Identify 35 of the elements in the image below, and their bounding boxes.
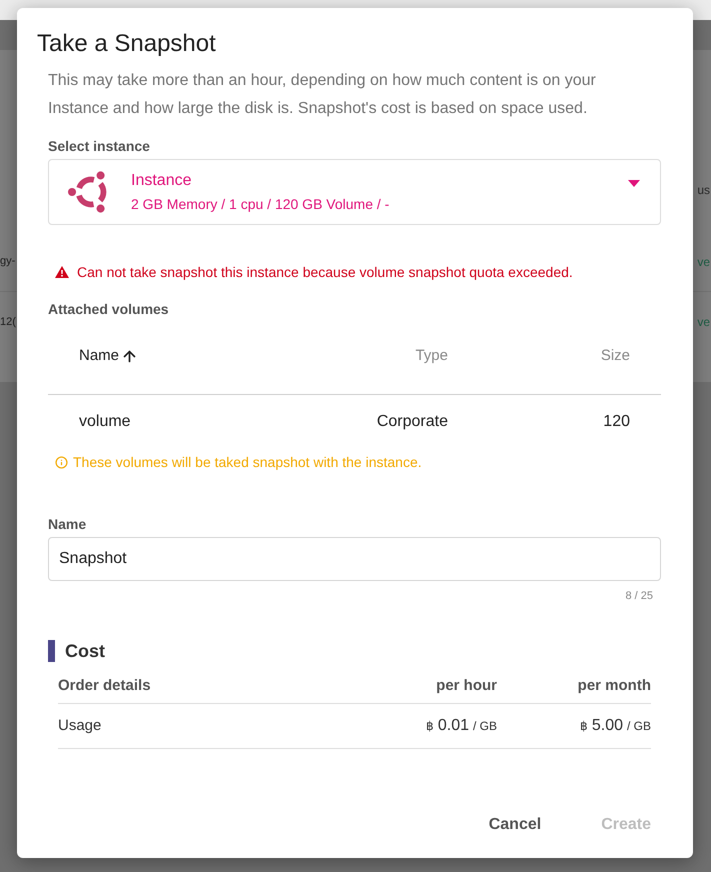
column-header[interactable]: Name	[79, 345, 138, 368]
dialog-description: This may take more than an hour, depending on how much content is on your Instance and how large the disk is. Snapshot's cost is based on space used.	[48, 71, 597, 119]
info-icon	[55, 456, 68, 468]
column-header: Order details	[58, 676, 151, 696]
status-text: ve	[697, 254, 710, 270]
section-label: Attached volumes	[48, 300, 170, 319]
table-cell-text: 12(	[0, 314, 16, 330]
error-message: Can not take snapshot this instance because volume snapshot quota exceeded.	[77, 262, 573, 282]
status-text: ve	[697, 314, 710, 331]
instance-name: Instance	[131, 171, 192, 191]
section-title: Cost	[65, 640, 105, 662]
warning-icon	[55, 266, 69, 278]
price-cell-text: ฿ 0.01 / GB	[426, 716, 497, 736]
table-cell-text: Usage	[58, 716, 102, 736]
field-label: Select instance	[48, 137, 151, 156]
table-cell-text: Corporate	[376, 412, 448, 432]
column-header: per month	[578, 676, 651, 696]
caret-icon	[628, 180, 640, 187]
instance-specs: 2 GB Memory / 1 cpu / 120 GB Volume / -	[131, 195, 390, 214]
dialog-title: Take a Snapshot	[36, 29, 217, 59]
column-header[interactable]: Type	[415, 345, 448, 368]
table-cell-text: 120	[603, 412, 630, 432]
instance-select[interactable]: Instance 2 GB Memory / 1 cpu / 120 GB Volume / -	[48, 159, 661, 225]
price-cell-text: ฿ 5.00 / GB	[580, 716, 651, 736]
field-label: Name	[48, 515, 88, 534]
character-counter: 8 / 25	[625, 589, 653, 604]
name-input[interactable]: Snapshot	[48, 537, 661, 581]
column-header: per hour	[436, 676, 497, 696]
table-cell-text: gy-	[0, 254, 16, 270]
volumes-note: These volumes will be taked snapshot with the instance.	[73, 452, 422, 472]
table-cell-text: volume	[79, 412, 131, 432]
column-header: us	[697, 182, 710, 199]
dialog-button[interactable]: Cancel	[478, 807, 552, 843]
section-accent-bar	[48, 640, 55, 662]
column-header[interactable]: Size	[600, 345, 630, 368]
